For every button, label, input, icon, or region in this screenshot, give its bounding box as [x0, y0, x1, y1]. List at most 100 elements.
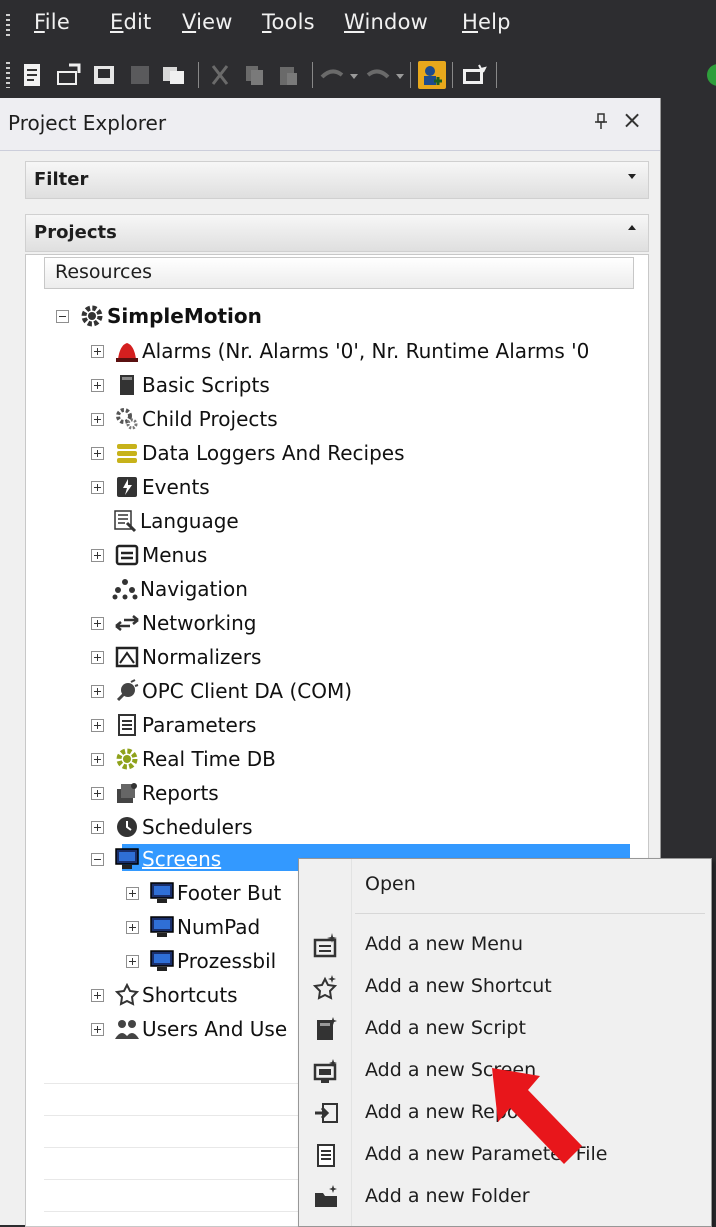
menubar-grip[interactable] — [6, 14, 10, 36]
alarm-bell-icon — [114, 338, 140, 364]
tree-item-events[interactable]: Events — [91, 472, 210, 502]
toolbar-grip[interactable] — [6, 62, 10, 88]
menu-item-label: Open — [365, 873, 416, 895]
tree-item-basic-scripts[interactable]: Basic Scripts — [91, 370, 270, 400]
tree-item-label: Child Projects — [142, 407, 278, 431]
menu-item-add-parameter-file[interactable]: Add a new Parameter File — [299, 1135, 711, 1175]
menu-item-label: Add a new Shortcut — [365, 975, 552, 997]
database-icon — [114, 440, 140, 466]
tree-item-screen-footer[interactable]: Footer But — [126, 878, 281, 908]
tree-item-language[interactable]: Language — [112, 506, 239, 536]
expand-icon[interactable] — [91, 1022, 104, 1036]
add-script-icon — [313, 1016, 339, 1042]
parameter-file-icon — [313, 1142, 339, 1168]
expand-icon[interactable] — [91, 650, 104, 664]
tree-item-users[interactable]: Users And Use — [91, 1014, 287, 1044]
expand-icon[interactable] — [91, 344, 104, 358]
copy-window-icon[interactable] — [160, 61, 188, 89]
menu-item-add-screen[interactable]: Add a new Screen — [299, 1051, 711, 1091]
expand-icon[interactable] — [126, 954, 139, 968]
tree-item-opc-client[interactable]: OPC Client DA (COM) — [91, 676, 352, 706]
gear-icon — [79, 303, 105, 329]
menu-item-add-folder[interactable]: Add a new Folder — [299, 1177, 711, 1217]
tree-item-parameters[interactable]: Parameters — [91, 710, 256, 740]
expand-icon[interactable] — [91, 786, 104, 800]
tree-item-reports[interactable]: Reports — [91, 778, 219, 808]
tree-item-screen-numpad[interactable]: NumPad — [126, 912, 260, 942]
tree-item-networking[interactable]: Networking — [91, 608, 256, 638]
expand-icon[interactable] — [91, 412, 104, 426]
run-icon[interactable] — [704, 61, 716, 89]
menu-item-add-menu[interactable]: Add a new Menu — [299, 925, 711, 965]
context-menu: Open Add a new Menu Add a new Shortcut A… — [298, 858, 712, 1227]
menu-file[interactable]: File — [34, 10, 70, 34]
chevron-down-icon — [628, 174, 636, 179]
menu-item-add-shortcut[interactable]: Add a new Shortcut — [299, 967, 711, 1007]
menu-help[interactable]: Help — [462, 10, 511, 34]
expand-icon[interactable] — [126, 920, 139, 934]
new-document-icon[interactable] — [18, 61, 46, 89]
filter-section-header[interactable]: Filter — [25, 161, 649, 199]
menu-icon — [114, 542, 140, 568]
tree-item-alarms[interactable]: Alarms (Nr. Alarms '0', Nr. Runtime Alar… — [91, 336, 589, 366]
expand-icon[interactable] — [91, 718, 104, 732]
cut-icon — [206, 61, 234, 89]
filter-label: Filter — [34, 169, 89, 190]
tree-item-label: NumPad — [177, 915, 261, 939]
menu-view[interactable]: View — [182, 10, 233, 34]
pin-icon[interactable] — [594, 112, 610, 132]
menu-item-add-script[interactable]: Add a new Script — [299, 1009, 711, 1049]
normalizer-icon — [114, 644, 140, 670]
menu-edit[interactable]: Edit — [110, 10, 151, 34]
expand-icon[interactable] — [126, 886, 139, 900]
resources-column-header[interactable]: Resources — [44, 257, 634, 289]
tree-item-shortcuts[interactable]: Shortcuts — [91, 980, 238, 1010]
tree-item-child-projects[interactable]: Child Projects — [91, 404, 278, 434]
tree-item-normalizers[interactable]: Normalizers — [91, 642, 261, 672]
monitor-icon — [149, 948, 175, 974]
tree-item-menus[interactable]: Menus — [91, 540, 207, 570]
projects-section-header[interactable]: Projects — [25, 214, 649, 252]
expand-icon[interactable] — [91, 480, 104, 494]
menu-item-label: Add a new Parameter File — [365, 1143, 608, 1165]
open-project-icon[interactable] — [54, 61, 82, 89]
shortcut-icon — [114, 982, 140, 1008]
expand-icon[interactable] — [91, 446, 104, 460]
expand-icon[interactable] — [91, 684, 104, 698]
monitor-icon — [114, 846, 140, 872]
tree-item-data-loggers[interactable]: Data Loggers And Recipes — [91, 438, 405, 468]
tree-item-screen-prozess[interactable]: Prozessbil — [126, 946, 276, 976]
menu-item-add-report[interactable]: Add a new Report — [299, 1093, 711, 1133]
tree-item-schedulers[interactable]: Schedulers — [91, 812, 253, 842]
menu-item-open[interactable]: Open — [299, 865, 711, 905]
expand-icon[interactable] — [91, 820, 104, 834]
expand-icon[interactable] — [91, 548, 104, 562]
tree-item-label: Footer But — [177, 881, 282, 905]
expand-icon[interactable] — [91, 378, 104, 392]
add-user-icon[interactable] — [418, 61, 446, 89]
monitor-icon — [149, 914, 175, 940]
paste-icon — [274, 61, 302, 89]
save-icon[interactable] — [90, 61, 118, 89]
close-icon[interactable]: × — [620, 107, 644, 133]
tree-item-screens[interactable]: Screens — [91, 844, 221, 874]
redo-icon — [364, 61, 392, 89]
tree-item-label: Real Time DB — [142, 747, 276, 771]
menu-window[interactable]: Window — [344, 10, 428, 34]
menu-tools[interactable]: Tools — [262, 10, 315, 34]
collapse-icon[interactable] — [91, 852, 104, 866]
tree-item-real-time-db[interactable]: Real Time DB — [91, 744, 276, 774]
collapse-icon[interactable] — [56, 309, 69, 323]
network-arrows-icon — [114, 610, 140, 636]
menu-item-label: Add a new Folder — [365, 1185, 530, 1207]
menu-item-label: Add a new Script — [365, 1017, 526, 1039]
add-screen-icon[interactable] — [460, 61, 488, 89]
panel-title-bar: Project Explorer × — [0, 98, 660, 151]
tree-item-label: Navigation — [140, 577, 248, 601]
expand-icon[interactable] — [91, 616, 104, 630]
expand-icon[interactable] — [91, 988, 104, 1002]
tree-item-navigation[interactable]: Navigation — [112, 574, 248, 604]
tree-root-simplemotion[interactable]: SimpleMotion — [56, 301, 262, 331]
navigation-icon — [112, 576, 138, 602]
expand-icon[interactable] — [91, 752, 104, 766]
